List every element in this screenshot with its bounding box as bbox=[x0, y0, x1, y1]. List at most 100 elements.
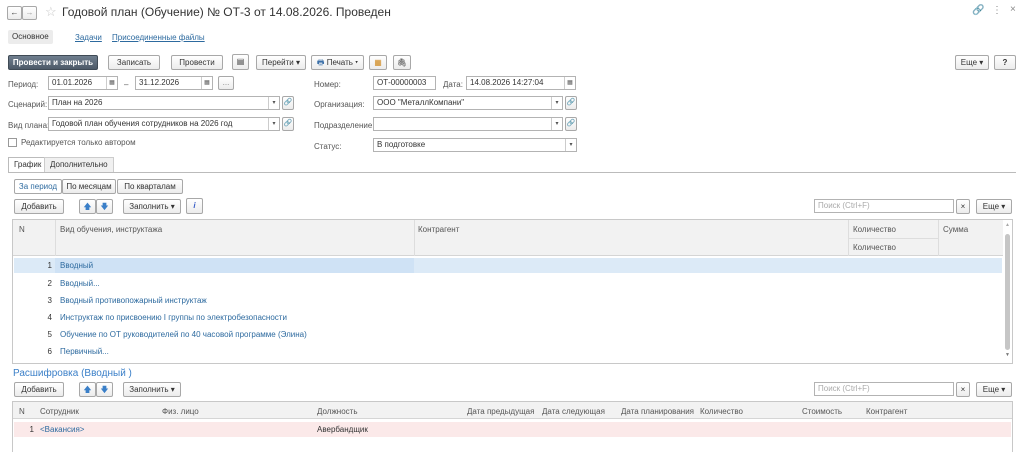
detail-fill-button[interactable]: Заполнить ▾ bbox=[123, 382, 181, 397]
detail-col-person[interactable]: Физ. лицо bbox=[162, 406, 199, 417]
detail-col-position[interactable]: Должность bbox=[317, 406, 358, 417]
scenario-field[interactable]: План на 2026 ▾ bbox=[48, 96, 280, 110]
table-row[interactable]: 2 Вводный... bbox=[14, 276, 1002, 291]
date-field[interactable]: 14.08.2026 14:27:04 ▦ bbox=[466, 76, 576, 90]
fill-button[interactable]: Заполнить ▾ bbox=[123, 199, 181, 214]
row-training-type[interactable]: Вводный противопожарный инструктаж bbox=[60, 293, 410, 308]
forward-button[interactable]: → bbox=[22, 6, 37, 20]
detail-col-cost[interactable]: Стоимость bbox=[802, 406, 842, 417]
dept-label: Подразделение: bbox=[314, 121, 375, 130]
chevron-down-icon[interactable]: ▾ bbox=[551, 97, 562, 109]
chevron-down-icon[interactable]: ▾ bbox=[565, 139, 576, 151]
link-icon[interactable]: 🔗 bbox=[972, 5, 984, 16]
row-training-type[interactable]: Обучение по ОТ руководителей по 40 часов… bbox=[60, 327, 410, 342]
detail-more-button[interactable]: Еще ▾ bbox=[976, 382, 1012, 397]
detail-col-prev-date[interactable]: Дата предыдущая bbox=[467, 406, 534, 417]
detail-col-plan-date[interactable]: Дата планирования bbox=[621, 406, 694, 417]
save-button[interactable]: Записать bbox=[108, 55, 160, 70]
detail-table-row[interactable]: 1 <Вакансия> Авербандщик bbox=[14, 422, 1011, 437]
period-select-button[interactable]: ... bbox=[218, 76, 234, 90]
post-button[interactable]: Провести bbox=[171, 55, 223, 70]
plan-type-field[interactable]: Годовой план обучения сотрудников на 202… bbox=[48, 117, 280, 131]
open-link-icon[interactable]: 🔗 bbox=[565, 117, 577, 131]
table-more-button[interactable]: Еще ▾ bbox=[976, 199, 1012, 214]
detail-move-up-icon[interactable]: 🡅 bbox=[79, 382, 96, 397]
table-row[interactable]: 6 Первичный... bbox=[14, 344, 1002, 359]
tab-schedule[interactable]: График bbox=[8, 157, 48, 172]
calendar-icon[interactable]: ▦ bbox=[201, 77, 212, 89]
row-training-type[interactable]: Первичный... bbox=[60, 344, 410, 359]
table-row[interactable]: 5 Обучение по ОТ руководителей по 40 час… bbox=[14, 327, 1002, 342]
by-quarter-button[interactable]: По кварталам bbox=[117, 179, 183, 194]
search-clear-button[interactable]: × bbox=[956, 199, 970, 214]
fill-label: Заполнить bbox=[129, 202, 169, 211]
table-row[interactable]: 1 Вводный bbox=[14, 258, 1002, 273]
move-down-icon[interactable]: 🡇 bbox=[96, 199, 113, 214]
back-button[interactable]: ← bbox=[7, 6, 22, 20]
calendar-icon[interactable]: ▦ bbox=[106, 77, 117, 89]
open-link-icon[interactable]: 🔗 bbox=[282, 117, 294, 131]
chevron-down-icon[interactable]: ▾ bbox=[268, 118, 279, 130]
print-button[interactable]: 🖶 Печать ▾ bbox=[311, 55, 364, 70]
col-quantity[interactable]: Количество bbox=[853, 224, 896, 235]
attach-icon[interactable]: 🖇 bbox=[393, 55, 411, 70]
more-icon[interactable]: ⋮ bbox=[992, 5, 1002, 16]
move-up-icon[interactable]: 🡅 bbox=[79, 199, 96, 214]
row-training-type[interactable]: Инструктаж по присвоению I группы по эле… bbox=[60, 310, 410, 325]
col-sum[interactable]: Сумма bbox=[943, 224, 968, 235]
detail-move-down-icon[interactable]: 🡇 bbox=[96, 382, 113, 397]
col-counterparty[interactable]: Контрагент bbox=[418, 224, 459, 235]
detail-row-position[interactable]: Авербандщик bbox=[317, 422, 462, 437]
help-button[interactable]: ? bbox=[994, 55, 1016, 70]
scroll-down-arrow[interactable]: ▼ bbox=[1005, 352, 1010, 358]
by-month-button[interactable]: По месяцам bbox=[62, 179, 116, 194]
row-training-type[interactable]: Вводный bbox=[60, 258, 410, 273]
period-to-field[interactable]: 31.12.2026 ▦ bbox=[135, 76, 213, 90]
author-only-checkbox[interactable] bbox=[8, 138, 17, 147]
search-input[interactable]: Поиск (Ctrl+F) bbox=[814, 199, 954, 213]
detail-col-next-date[interactable]: Дата следующая bbox=[542, 406, 605, 417]
detail-search-clear-button[interactable]: × bbox=[956, 382, 970, 397]
detail-col-employee[interactable]: Сотрудник bbox=[40, 406, 79, 417]
close-icon[interactable]: × bbox=[1010, 4, 1016, 15]
info-icon[interactable]: i bbox=[186, 198, 203, 214]
add-button[interactable]: Добавить bbox=[14, 199, 64, 214]
scrollbar[interactable]: ▲ ▼ bbox=[1004, 222, 1011, 362]
report-icon[interactable]: ▤ bbox=[232, 54, 249, 70]
detail-col-n[interactable]: N bbox=[19, 406, 25, 417]
dept-field[interactable]: ▾ bbox=[373, 117, 563, 131]
open-link-icon[interactable]: 🔗 bbox=[282, 96, 294, 110]
detail-col-counterparty[interactable]: Контрагент bbox=[866, 406, 907, 417]
tab-main[interactable]: Основное bbox=[8, 30, 53, 44]
post-and-close-button[interactable]: Провести и закрыть bbox=[8, 55, 98, 70]
number-field[interactable]: ОТ-00000003 bbox=[373, 76, 436, 90]
detail-col-quantity[interactable]: Количество bbox=[700, 406, 743, 417]
table-row[interactable]: 4 Инструктаж по присвоению I группы по э… bbox=[14, 310, 1002, 325]
detail-row-employee[interactable]: <Вакансия> bbox=[40, 422, 160, 437]
calendar-icon[interactable]: ▦ bbox=[564, 77, 575, 89]
status-field[interactable]: В подготовке ▾ bbox=[373, 138, 577, 152]
open-link-icon[interactable]: 🔗 bbox=[565, 96, 577, 110]
row-training-type[interactable]: Вводный... bbox=[60, 276, 410, 291]
col-quantity-sub[interactable]: Количество bbox=[853, 242, 896, 253]
per-period-button[interactable]: За период bbox=[14, 179, 62, 194]
table-row[interactable]: 3 Вводный противопожарный инструктаж bbox=[14, 293, 1002, 308]
chevron-down-icon[interactable]: ▾ bbox=[268, 97, 279, 109]
detail-row-number: 1 bbox=[29, 425, 34, 434]
org-field[interactable]: ООО "МеталлКомпани" ▾ bbox=[373, 96, 563, 110]
detail-add-button[interactable]: Добавить bbox=[14, 382, 64, 397]
chevron-down-icon[interactable]: ▾ bbox=[551, 118, 562, 130]
more-button[interactable]: Еще ▾ bbox=[955, 55, 989, 70]
favorite-star-icon[interactable]: ☆ bbox=[45, 4, 57, 20]
period-from-field[interactable]: 01.01.2026 ▦ bbox=[48, 76, 118, 90]
scroll-thumb[interactable] bbox=[1005, 234, 1010, 350]
tab-extra[interactable]: Дополнительно bbox=[44, 157, 114, 172]
detail-search-input[interactable]: Поиск (Ctrl+F) bbox=[814, 382, 954, 396]
structure-icon[interactable]: ▦ bbox=[369, 55, 387, 70]
col-n[interactable]: N bbox=[19, 224, 25, 235]
tab-files[interactable]: Присоединенные файлы bbox=[112, 33, 205, 42]
col-training-type[interactable]: Вид обучения, инструктажа bbox=[60, 224, 162, 235]
goto-button[interactable]: Перейти ▾ bbox=[256, 55, 306, 70]
scroll-up-arrow[interactable]: ▲ bbox=[1005, 222, 1010, 228]
tab-tasks[interactable]: Задачи bbox=[75, 33, 102, 42]
